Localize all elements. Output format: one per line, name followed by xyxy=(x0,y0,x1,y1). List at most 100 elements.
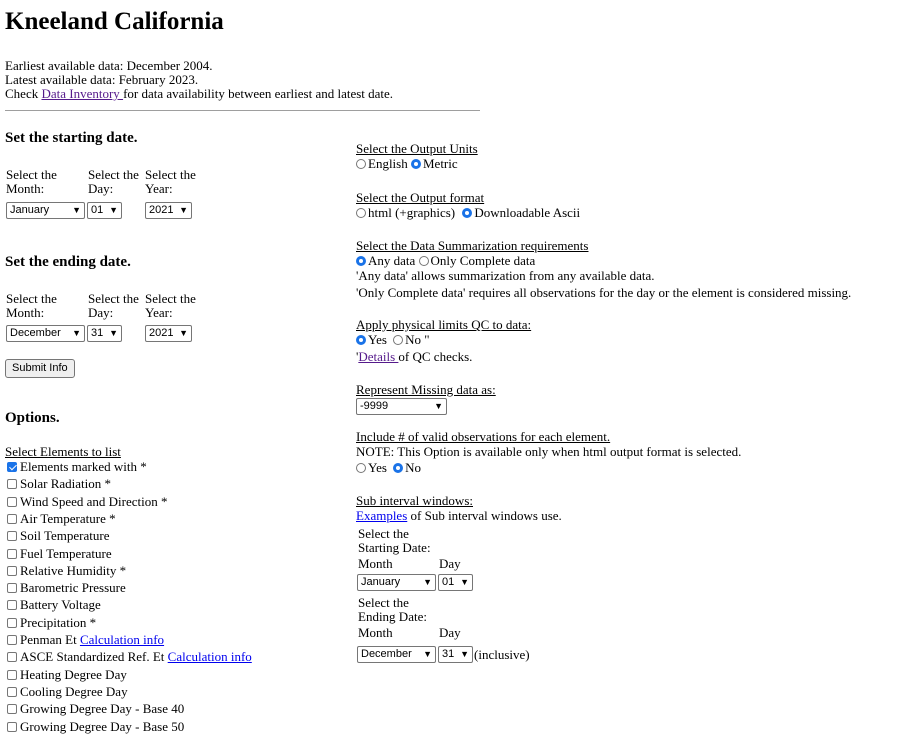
chevron-down-icon: ▼ xyxy=(423,577,432,587)
element-checkbox[interactable] xyxy=(7,583,17,594)
element-option: Heating Degree Day xyxy=(7,666,127,682)
sub-start-month-select[interactable]: January ▼ xyxy=(357,574,436,591)
sub-interval-start-month-hdr: Month xyxy=(358,556,393,571)
element-option: Precipitation * xyxy=(7,615,96,630)
end-year-select[interactable]: 2021 ▼ xyxy=(145,325,192,342)
element-checkbox[interactable] xyxy=(7,721,17,732)
qc-no-radio[interactable] xyxy=(393,335,404,345)
element-option: Penman Et Calculation info xyxy=(7,633,164,647)
element-option: Battery Voltage xyxy=(7,598,101,612)
start-date-heading: Set the starting date. xyxy=(5,130,138,146)
element-checkbox[interactable] xyxy=(7,513,17,524)
end-day-label: Select the Day: xyxy=(88,291,139,320)
sub-end-day-select[interactable]: 31 ▼ xyxy=(438,646,473,663)
element-label: Penman Et xyxy=(20,632,80,647)
element-option: Air Temperature * xyxy=(7,511,116,526)
summarization-group: Any data Only Complete data xyxy=(356,254,535,268)
element-label: Heating Degree Day xyxy=(20,666,127,682)
element-checkbox[interactable] xyxy=(7,479,17,490)
element-option: Growing Degree Day - Base 50 xyxy=(7,719,184,734)
element-checkbox[interactable] xyxy=(7,462,17,472)
element-checkbox[interactable] xyxy=(7,496,17,507)
element-option: Soil Temperature xyxy=(7,529,109,543)
summarization-note-any: 'Any data' allows summarization from any… xyxy=(356,268,655,283)
element-label: Barometric Pressure xyxy=(20,580,126,596)
end-month-select[interactable]: December ▼ xyxy=(6,325,85,342)
submit-info-button[interactable]: Submit Info xyxy=(5,359,75,378)
calculation-info-link[interactable]: Calculation info xyxy=(80,632,164,647)
page-title: Kneeland California xyxy=(5,8,224,35)
element-option: Fuel Temperature xyxy=(7,545,112,561)
calculation-info-link[interactable]: Calculation info xyxy=(168,649,252,664)
sub-interval-examples-link[interactable]: Examples xyxy=(356,508,407,523)
element-checkbox[interactable] xyxy=(7,686,17,697)
output-units-label: Select the Output Units xyxy=(356,141,478,156)
sub-interval-end-day-hdr: Day xyxy=(439,625,461,640)
element-checkbox[interactable] xyxy=(7,704,17,715)
output-units-group: English Metric xyxy=(356,157,458,171)
element-label: Elements marked with * xyxy=(20,459,147,474)
data-inventory-link[interactable]: Data Inventory xyxy=(41,86,123,101)
start-day-label: Select the Day: xyxy=(88,167,139,196)
summarization-any-radio[interactable] xyxy=(356,256,366,266)
element-label: Battery Voltage xyxy=(20,597,101,613)
valid-obs-no-radio[interactable] xyxy=(393,463,404,473)
start-day-select[interactable]: 01 ▼ xyxy=(87,202,122,219)
element-checkbox[interactable] xyxy=(7,600,17,611)
chevron-down-icon: ▼ xyxy=(434,401,443,411)
sub-start-day-select[interactable]: 01 ▼ xyxy=(438,574,473,591)
element-checkbox[interactable] xyxy=(7,617,17,628)
missing-data-select[interactable]: -9999 ▼ xyxy=(356,398,447,415)
element-option: Barometric Pressure xyxy=(7,581,126,595)
summarization-complete-radio[interactable] xyxy=(418,256,429,266)
end-year-label: Select the Year: xyxy=(145,291,196,320)
start-month-select[interactable]: January ▼ xyxy=(6,202,85,219)
chevron-down-icon: ▼ xyxy=(109,205,118,215)
element-option: Wind Speed and Direction * xyxy=(7,493,168,509)
chevron-down-icon: ▼ xyxy=(460,649,469,659)
chevron-down-icon: ▼ xyxy=(460,577,469,587)
element-label: Fuel Temperature xyxy=(20,545,112,561)
summarization-label: Select the Data Summarization requiremen… xyxy=(356,238,589,253)
element-checkbox[interactable] xyxy=(7,565,17,576)
sub-end-month-select[interactable]: December ▼ xyxy=(357,646,436,663)
chevron-down-icon: ▼ xyxy=(72,328,81,338)
element-checkbox[interactable] xyxy=(7,548,17,559)
valid-obs-label: Include # of valid observations for each… xyxy=(356,429,611,444)
chevron-down-icon: ▼ xyxy=(423,649,432,659)
format-html-radio[interactable] xyxy=(356,208,366,218)
end-day-select[interactable]: 31 ▼ xyxy=(87,325,122,342)
sub-interval-start-day-hdr: Day xyxy=(439,556,461,571)
qc-yes-radio[interactable] xyxy=(356,335,366,345)
element-checkbox[interactable] xyxy=(7,669,17,680)
sub-interval-start-label: Select the Starting Date: xyxy=(358,526,431,555)
element-option: Relative Humidity * xyxy=(7,563,126,578)
element-checkbox[interactable] xyxy=(7,635,17,645)
chevron-down-icon: ▼ xyxy=(179,205,188,215)
start-month-label: Select the Month: xyxy=(6,167,57,196)
latest-data-text: Latest available data: February 2023. xyxy=(5,72,199,87)
summarization-note-complete: 'Only Complete data' requires all observ… xyxy=(356,285,852,300)
valid-obs-note: NOTE: This Option is available only when… xyxy=(356,444,742,459)
chevron-down-icon: ▼ xyxy=(109,328,118,338)
element-checkbox[interactable] xyxy=(7,531,17,542)
qc-details-link[interactable]: Details xyxy=(358,349,398,364)
element-checkbox[interactable] xyxy=(7,652,17,663)
start-year-label: Select the Year: xyxy=(145,167,196,196)
element-label: Wind Speed and Direction * xyxy=(20,493,168,509)
options-heading: Options. xyxy=(5,410,60,426)
units-english-radio[interactable] xyxy=(356,159,366,169)
sub-interval-examples-line: Examples of Sub interval windows use. xyxy=(356,508,562,523)
format-ascii-radio[interactable] xyxy=(462,208,473,218)
inclusive-text: (inclusive) xyxy=(474,647,530,662)
end-date-heading: Set the ending date. xyxy=(5,254,131,270)
start-year-select[interactable]: 2021 ▼ xyxy=(145,202,192,219)
element-option: Cooling Degree Day xyxy=(7,684,128,699)
valid-obs-yes-radio[interactable] xyxy=(356,463,366,473)
chevron-down-icon: ▼ xyxy=(72,205,81,215)
element-option: ASCE Standardized Ref. Et Calculation in… xyxy=(7,650,252,664)
sub-interval-end-month-hdr: Month xyxy=(358,625,393,640)
output-format-label: Select the Output format xyxy=(356,190,485,205)
units-metric-radio[interactable] xyxy=(410,159,421,169)
qc-group: Yes No " xyxy=(356,333,430,347)
